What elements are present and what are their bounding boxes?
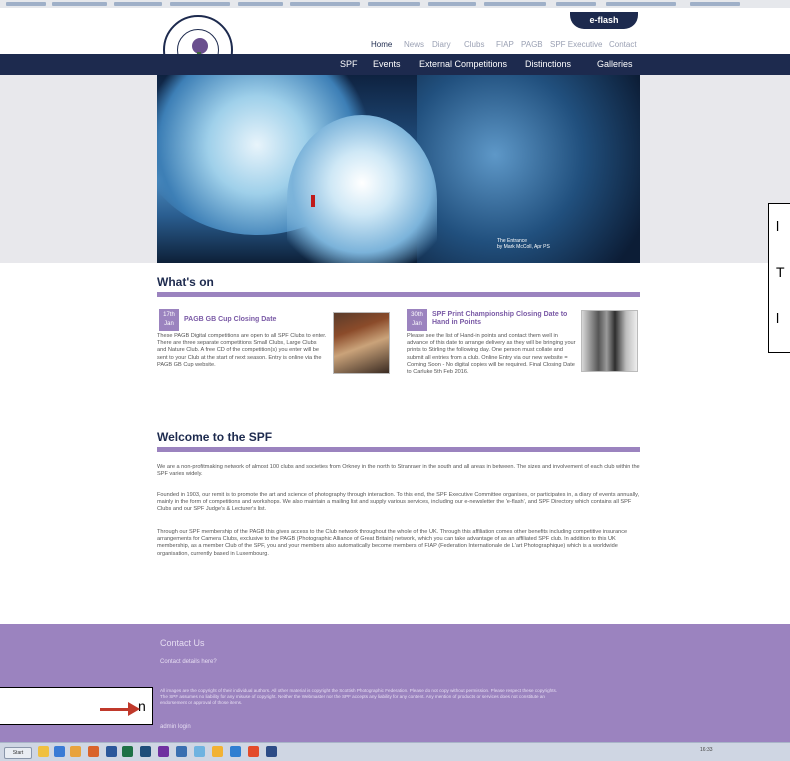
app-icon[interactable] [212,746,223,757]
welcome-paragraph: Founded in 1903, our remit is to promote… [157,492,640,513]
event-date-badge: 30th Jan [407,309,427,331]
system-tray-clock[interactable]: 16:33 [700,747,713,753]
event-thumbnail-building[interactable] [581,310,638,372]
welcome-divider [157,447,640,452]
topnav-fiap[interactable]: FIAP [496,40,514,49]
topnav-pagb[interactable]: PAGB [521,40,543,49]
callout-right-line-2: T [776,264,785,280]
browser-bookmarks-bar [0,0,790,8]
folder-icon[interactable] [38,746,49,757]
start-button[interactable]: Start [4,747,32,759]
hero-person-figure [311,195,315,207]
mainnav-distinctions[interactable]: Distinctions [525,59,571,69]
annotation-box-right: l T l [768,203,790,353]
hero-ice-right [417,75,640,263]
annotation-arrow-head-icon [128,702,140,716]
whats-on-divider [157,292,640,297]
footer-contact-link[interactable]: Contact details here? [160,659,217,665]
event-body: These PAGB Digital competitions are open… [157,333,327,368]
callout-right-line-1: l [776,218,780,234]
main-nav: SPF Events External Competitions Distinc… [0,54,790,75]
welcome-paragraph: Through our SPF membership of the PAGB t… [157,529,628,557]
media-icon[interactable] [70,746,81,757]
app-icon[interactable] [176,746,187,757]
footer-legal-text: All images are the copyright of their in… [160,688,558,705]
event-title[interactable]: SPF Print Championship Closing Date to H… [432,311,572,327]
topnav-contact[interactable]: Contact [609,40,637,49]
lightroom-icon[interactable] [266,746,277,757]
mainnav-external-competitions[interactable]: External Competitions [419,59,507,69]
event-body: Please see the list of Hand-in points an… [407,333,576,376]
welcome-heading: Welcome to the SPF [157,430,273,444]
topnav-home[interactable]: Home [371,40,392,49]
topnav-diary[interactable]: Diary [432,40,451,49]
word-icon[interactable] [106,746,117,757]
event-thumbnail-portrait[interactable] [333,312,390,374]
app-icon[interactable] [194,746,205,757]
topnav-clubs[interactable]: Clubs [464,40,484,49]
top-nav: Home News Diary Clubs FIAP PAGB SPF Exec… [0,40,640,52]
footer-contact-heading: Contact Us [160,638,205,648]
admin-login-link[interactable]: admin login [160,724,191,730]
mainnav-spf[interactable]: SPF [340,59,358,69]
photoshop-icon[interactable] [140,746,151,757]
hero-caption: The Entrance by Mark McColl, Apr PS [497,238,550,250]
mainnav-events[interactable]: Events [373,59,401,69]
eflash-tab[interactable]: e-flash [570,12,638,29]
event-title[interactable]: PAGB GB Cup Closing Date [184,316,324,324]
hero-banner-image: The Entrance by Mark McColl, Apr PS [157,75,640,263]
mainnav-galleries[interactable]: Galleries [597,59,633,69]
excel-icon[interactable] [122,746,133,757]
browser-icon[interactable] [54,746,65,757]
welcome-paragraph: We are a non-profitmaking network of alm… [157,464,640,478]
outlook-icon[interactable] [88,746,99,757]
event-date-badge: 17th Jan [159,309,179,331]
hero-side-band-left [0,75,157,263]
app-icon[interactable] [230,746,241,757]
topnav-spf-executive[interactable]: SPF Executive [550,40,602,49]
whats-on-heading: What's on [157,275,214,289]
topnav-news[interactable]: News [404,40,424,49]
windows-taskbar: Start 16:33 [0,742,790,761]
chrome-icon[interactable] [248,746,259,757]
onenote-icon[interactable] [158,746,169,757]
callout-right-line-3: l [776,310,780,326]
